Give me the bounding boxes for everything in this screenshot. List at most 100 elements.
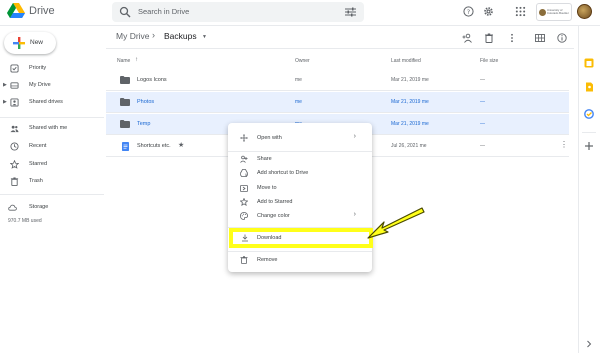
- search-bar[interactable]: Search in Drive: [112, 2, 364, 22]
- more-vert-icon[interactable]: [507, 33, 517, 43]
- sidebar-item-shared-drives[interactable]: ▶ Shared drives: [0, 96, 104, 110]
- info-icon[interactable]: [557, 33, 567, 43]
- organization-logo: University of Colorado Boulder: [536, 3, 572, 21]
- file-size: —: [480, 99, 485, 105]
- menu-item-open-with[interactable]: Open with ›: [228, 131, 372, 145]
- submenu-arrow-icon: ›: [353, 211, 356, 218]
- menu-item-add-to-starred[interactable]: Add to Starred: [228, 195, 372, 209]
- file-size: —: [480, 77, 485, 83]
- context-menu: Open with › Share Add shortcut to Drive …: [228, 123, 372, 272]
- menu-item-change-color[interactable]: Change color ›: [228, 209, 372, 223]
- breadcrumb-my-drive[interactable]: My Drive: [116, 31, 150, 41]
- shared-with-me-icon: [10, 125, 19, 133]
- sidebar-item-my-drive[interactable]: ▶ My Drive: [0, 79, 104, 93]
- share-icon: [240, 155, 248, 163]
- breadcrumb-separator: ›: [152, 30, 155, 40]
- remove-icon: [240, 256, 248, 264]
- app-name: Drive: [29, 5, 55, 17]
- file-name: Shortcuts etc.: [137, 143, 171, 149]
- sidebar-item-shared-with-me[interactable]: Shared with me: [0, 122, 104, 136]
- menu-item-remove[interactable]: Remove: [228, 253, 372, 267]
- rail-divider: [582, 132, 596, 133]
- expand-caret-icon[interactable]: ▶: [3, 99, 7, 105]
- sidebar-item-priority[interactable]: Priority: [0, 62, 104, 76]
- add-shortcut-icon: [240, 169, 248, 177]
- palette-icon: [240, 212, 248, 220]
- more-vert-icon[interactable]: ⋮: [560, 141, 568, 149]
- open-with-icon: [240, 134, 248, 142]
- account-avatar[interactable]: [577, 4, 592, 19]
- folder-icon: [120, 98, 130, 106]
- expand-caret-icon[interactable]: ▶: [3, 82, 7, 88]
- column-header-owner: Owner: [295, 58, 310, 64]
- my-drive-icon: [10, 82, 19, 89]
- menu-divider: [228, 251, 372, 252]
- starred-star-icon: ★: [178, 142, 185, 149]
- file-last-modified: Mar 21, 2019 me: [391, 121, 429, 127]
- drive-logo-icon[interactable]: [7, 3, 25, 19]
- recent-icon: [10, 142, 19, 151]
- add-icon[interactable]: [584, 141, 594, 151]
- trash-icon[interactable]: [484, 33, 494, 43]
- file-last-modified: Mar 21, 2019 me: [391, 77, 429, 83]
- sort-arrow-icon[interactable]: ↑: [135, 57, 138, 63]
- help-icon[interactable]: ?: [463, 6, 474, 17]
- submenu-arrow-icon: ›: [353, 133, 356, 140]
- grid-view-icon[interactable]: [535, 33, 545, 43]
- menu-item-move-to[interactable]: Move to: [228, 181, 372, 195]
- calendar-icon[interactable]: [584, 58, 594, 68]
- table-row[interactable]: Photos me Mar 21, 2019 me —: [106, 92, 569, 113]
- add-person-icon[interactable]: [462, 33, 472, 43]
- sidebar-item-storage[interactable]: Storage: [0, 201, 104, 215]
- column-header-last-modified[interactable]: Last modified: [391, 58, 421, 64]
- file-size: —: [480, 143, 485, 149]
- shared-drives-icon: [10, 98, 19, 107]
- chevron-right-icon[interactable]: [584, 339, 594, 349]
- plus-icon: [13, 37, 25, 49]
- download-icon: [242, 234, 248, 242]
- search-icon[interactable]: [119, 6, 131, 18]
- file-last-modified: Mar 21, 2019 me: [391, 99, 429, 105]
- sidebar-item-recent[interactable]: Recent: [0, 140, 104, 154]
- search-options-icon[interactable]: [345, 7, 356, 17]
- menu-item-add-shortcut[interactable]: Add shortcut to Drive: [228, 166, 372, 180]
- trash-icon: [10, 177, 19, 186]
- star-icon: [10, 160, 19, 169]
- cloud-icon: [8, 204, 17, 211]
- file-owner: me: [295, 77, 302, 83]
- sidebar-divider: [0, 194, 104, 195]
- column-header-name[interactable]: Name: [117, 58, 130, 64]
- sidebar-item-starred[interactable]: Starred: [0, 158, 104, 172]
- column-header-file-size: File size: [480, 58, 499, 64]
- move-to-icon: [240, 185, 248, 192]
- sidebar-item-trash[interactable]: Trash: [0, 175, 104, 189]
- folder-icon: [120, 76, 130, 84]
- new-button-label: New: [30, 39, 44, 46]
- search-input[interactable]: Search in Drive: [138, 7, 189, 16]
- file-size: —: [480, 121, 485, 127]
- file-last-modified: Jul 26, 2021 me: [391, 143, 427, 149]
- priority-icon: [10, 64, 19, 73]
- settings-icon[interactable]: [483, 6, 494, 17]
- file-name: Temp: [137, 121, 151, 127]
- top-bar: Drive Search in Drive ? University of Co…: [0, 0, 600, 26]
- main-divider: [106, 48, 574, 49]
- star-outline-icon: [240, 198, 248, 206]
- apps-icon[interactable]: [515, 6, 526, 17]
- google-doc-icon: [122, 142, 129, 151]
- file-name: Photos: [137, 99, 155, 105]
- file-name: Logos Icons: [137, 77, 167, 83]
- keep-icon[interactable]: [584, 82, 594, 92]
- file-owner: me: [295, 99, 302, 105]
- breadcrumb-current-folder[interactable]: Backups: [164, 31, 197, 41]
- chevron-down-icon[interactable]: ▼: [202, 34, 207, 40]
- menu-item-download[interactable]: Download: [229, 228, 373, 248]
- tasks-icon[interactable]: [584, 109, 594, 119]
- seal-icon: [539, 9, 546, 16]
- menu-item-share[interactable]: Share: [228, 152, 372, 166]
- sidebar-divider: [0, 117, 104, 118]
- new-button[interactable]: New: [4, 32, 56, 54]
- folder-icon: [120, 120, 130, 128]
- table-row[interactable]: Logos Icons me Mar 21, 2019 me —: [106, 70, 569, 91]
- svg-text:?: ?: [467, 8, 470, 16]
